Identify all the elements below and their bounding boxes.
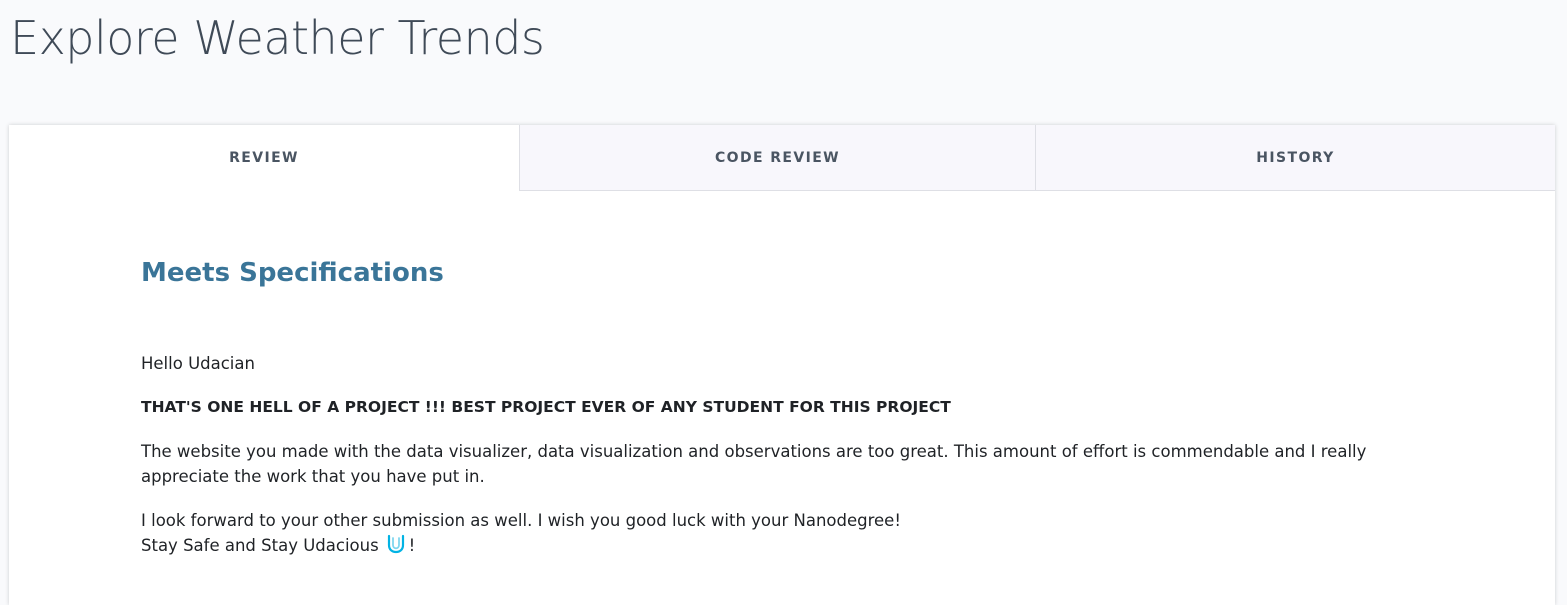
review-message: Hello Udacian THAT'S ONE HELL OF A PROJE… xyxy=(141,351,1381,581)
closing-line-1: I look forward to your other submission … xyxy=(141,511,901,530)
closing-suffix: ! xyxy=(408,536,416,555)
closing-line-2: Stay Safe and Stay Udacious xyxy=(141,536,379,555)
review-card: REVIEW CODE REVIEW HISTORY Meets Specifi… xyxy=(9,125,1555,605)
tab-review[interactable]: REVIEW xyxy=(9,125,519,191)
tab-bar: REVIEW CODE REVIEW HISTORY xyxy=(9,125,1555,191)
page-title: Explore Weather Trends xyxy=(10,11,545,65)
headline-text: THAT'S ONE HELL OF A PROJECT !!! BEST PR… xyxy=(141,398,951,416)
closing-paragraph: I look forward to your other submission … xyxy=(141,508,1381,562)
tab-code-review[interactable]: CODE REVIEW xyxy=(519,125,1035,191)
udacity-u-icon xyxy=(385,533,407,562)
greeting-text: Hello Udacian xyxy=(141,354,255,373)
tab-history[interactable]: HISTORY xyxy=(1035,125,1555,191)
feedback-paragraph: The website you made with the data visua… xyxy=(141,442,1367,486)
review-result-heading: Meets Specifications xyxy=(141,258,444,288)
